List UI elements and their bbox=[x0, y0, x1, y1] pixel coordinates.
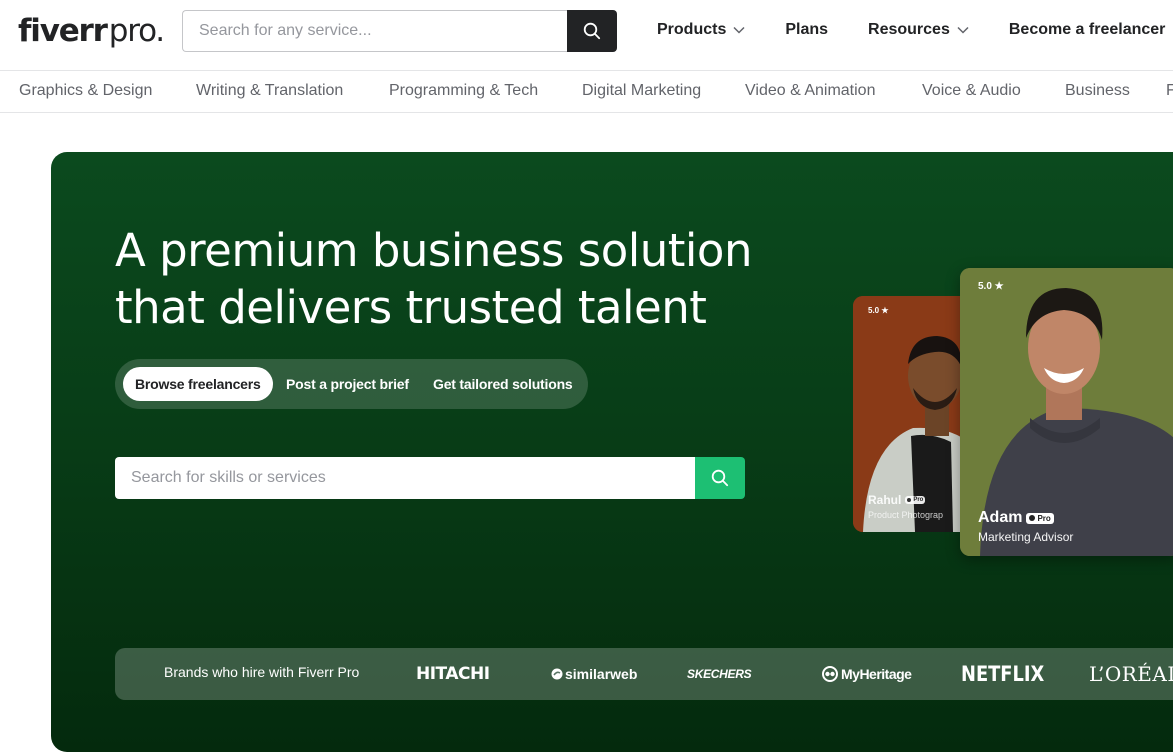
netflix-logo: NETFLIX bbox=[961, 662, 1045, 686]
myheritage-logo-text: MyHeritage bbox=[841, 666, 912, 682]
header-search-input[interactable] bbox=[182, 10, 568, 52]
category-menu: Graphics & Design Writing & Translation … bbox=[0, 70, 1173, 113]
pro-badge-text: Pro bbox=[913, 497, 924, 503]
chevron-down-icon bbox=[733, 26, 745, 34]
nav-products-label: Products bbox=[657, 21, 727, 38]
freelancer-role: Marketing Advisor bbox=[978, 530, 1074, 544]
loreal-logo: L’ORÉAL bbox=[1089, 662, 1173, 686]
freelancer-card-adam[interactable]: 5.0 ★ Adam Pro Marketing Advisor bbox=[960, 268, 1173, 556]
hero-search bbox=[115, 457, 745, 499]
freelancer-role: Product Photograp bbox=[868, 510, 944, 520]
tab-get-tailored-solutions[interactable]: Get tailored solutions bbox=[433, 367, 573, 401]
hero-headline-line-1: A premium business solution bbox=[115, 224, 752, 277]
header-search-button[interactable] bbox=[567, 10, 617, 52]
category-video-animation[interactable]: Video & Animation bbox=[745, 81, 875, 101]
logo-brand-text: fiverr bbox=[18, 13, 108, 49]
tab-browse-freelancers[interactable]: Browse freelancers bbox=[123, 367, 273, 401]
similarweb-icon bbox=[551, 668, 563, 680]
category-voice-audio[interactable]: Voice & Audio bbox=[922, 81, 1021, 101]
hero-tabs: Browse freelancers Post a project brief … bbox=[115, 359, 588, 409]
rating-label: 5.0 ★ bbox=[978, 281, 1004, 292]
pro-badge-text: Pro bbox=[1037, 513, 1051, 523]
nav-become-freelancer-label: Become a freelancer bbox=[1008, 21, 1166, 38]
myheritage-logo: MyHeritage bbox=[821, 648, 912, 700]
search-icon bbox=[583, 22, 601, 40]
site-header: fiverrpro. Products Plans Resources Beco… bbox=[0, 0, 1173, 70]
hero-search-input[interactable] bbox=[115, 457, 695, 499]
freelancer-card-rahul[interactable]: 5.0 ★ Rahul Pro Product Photograp bbox=[853, 296, 973, 532]
hero-headline-line-2: that delivers trusted talent bbox=[115, 281, 707, 334]
skechers-logo: SKECHERS bbox=[687, 667, 752, 681]
hero-search-button[interactable] bbox=[695, 457, 745, 499]
nav-plans[interactable]: Plans bbox=[785, 20, 828, 40]
category-writing-translation[interactable]: Writing & Translation bbox=[196, 81, 343, 101]
freelancer-name: Rahul Pro bbox=[868, 493, 926, 507]
hero-banner: A premium business solution that deliver… bbox=[51, 152, 1173, 752]
pro-badge-icon bbox=[907, 498, 912, 502]
hero-headline: A premium business solution that deliver… bbox=[115, 222, 752, 336]
nav-products[interactable]: Products bbox=[657, 20, 745, 40]
freelancer-name: Adam Pro bbox=[978, 509, 1054, 527]
pro-badge-icon bbox=[1029, 515, 1036, 521]
category-digital-marketing[interactable]: Digital Marketing bbox=[582, 81, 701, 101]
top-navigation: Products Plans Resources Become a freela… bbox=[657, 20, 1173, 40]
pro-badge: Pro bbox=[1026, 512, 1054, 524]
nav-plans-label: Plans bbox=[785, 21, 829, 38]
freelancer-name-text: Rahul bbox=[868, 493, 902, 507]
similarweb-logo-text: similarweb bbox=[565, 666, 638, 682]
nav-resources-label: Resources bbox=[868, 21, 950, 38]
trusted-brands-bar: Brands who hire with Fiverr Pro HITACHI … bbox=[115, 648, 1173, 700]
tab-post-project-brief[interactable]: Post a project brief bbox=[286, 367, 409, 401]
fiverr-pro-logo[interactable]: fiverrpro. bbox=[18, 13, 165, 49]
myheritage-icon bbox=[822, 666, 838, 682]
nav-resources[interactable]: Resources bbox=[868, 20, 969, 40]
logo-suffix-text: pro. bbox=[108, 13, 165, 49]
brands-label: Brands who hire with Fiverr Pro bbox=[164, 664, 360, 680]
nav-become-freelancer[interactable]: Become a freelancer bbox=[1009, 20, 1166, 40]
pro-badge: Pro bbox=[905, 496, 926, 504]
category-business[interactable]: Business bbox=[1065, 81, 1130, 101]
category-programming-tech[interactable]: Programming & Tech bbox=[389, 81, 538, 101]
search-icon bbox=[711, 469, 729, 487]
hitachi-logo: HITACHI bbox=[416, 664, 490, 684]
header-search bbox=[182, 10, 617, 52]
category-truncated[interactable]: F bbox=[1166, 81, 1173, 101]
similarweb-logo: similarweb bbox=[551, 648, 637, 700]
chevron-down-icon bbox=[957, 26, 969, 34]
rating-label: 5.0 ★ bbox=[868, 306, 889, 315]
category-graphics-design[interactable]: Graphics & Design bbox=[19, 81, 152, 101]
freelancer-name-text: Adam bbox=[978, 509, 1023, 526]
